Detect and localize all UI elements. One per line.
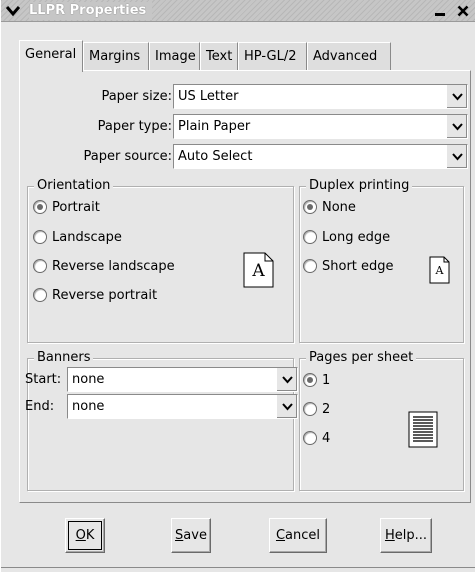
chevron-down-icon[interactable] (4, 2, 22, 19)
radio-unchecked-icon (33, 288, 47, 302)
duplex-preview-letter: A (435, 264, 444, 277)
orientation-portrait-label: Portrait (52, 199, 100, 215)
page-duplex-icon: A (429, 256, 450, 284)
ok-button[interactable]: OK (65, 518, 105, 553)
chevron-down-icon[interactable] (446, 115, 467, 138)
banner-end-label: End: (25, 399, 55, 414)
banner-start-value: none (72, 372, 105, 387)
orientation-portrait-radio[interactable]: Portrait (33, 196, 100, 218)
orientation-reverse-portrait-radio[interactable]: Reverse portrait (33, 284, 157, 306)
chevron-down-icon[interactable] (446, 85, 467, 108)
paper-size-select[interactable]: US Letter (173, 84, 468, 109)
tab-advanced[interactable]: Advanced (307, 42, 391, 72)
tab-text[interactable]: Text (200, 42, 238, 72)
chevron-down-icon[interactable] (276, 368, 297, 391)
orientation-reverse-portrait-label: Reverse portrait (52, 287, 158, 303)
duplex-short-edge-label: Short edge (322, 258, 394, 274)
paper-size-value: US Letter (178, 89, 239, 104)
orientation-reverse-landscape-radio[interactable]: Reverse landscape (33, 255, 175, 277)
pages-per-sheet-title: Pages per sheet (306, 350, 417, 366)
radio-checked-icon (303, 200, 317, 214)
paper-source-value: Auto Select (178, 149, 253, 164)
title-bar[interactable]: LLPR Properties (1, 0, 475, 22)
ok-mnemonic: O (75, 528, 86, 543)
tab-image[interactable]: Image (149, 42, 200, 72)
radio-unchecked-icon (303, 259, 317, 273)
help-label-rest: elp... (394, 528, 428, 543)
save-label-rest: ave (183, 528, 207, 543)
banners-title: Banners (34, 350, 94, 366)
tab-general[interactable]: General (19, 40, 83, 72)
radio-checked-icon (33, 200, 47, 214)
banner-start-label: Start: (25, 372, 62, 387)
duplex-title: Duplex printing (306, 178, 413, 194)
orientation-preview-letter: A (252, 261, 265, 281)
page-portrait-icon: A (243, 252, 274, 288)
banner-end-select[interactable]: none (67, 394, 298, 419)
page-layout-preview-icon (408, 411, 438, 448)
pages-per-sheet-1-radio[interactable]: 1 (303, 369, 330, 391)
properties-window: LLPR Properties General Margins Image Te… (0, 0, 475, 572)
tab-hpgl2[interactable]: HP-GL/2 (238, 42, 307, 72)
ok-label-rest: K (85, 528, 95, 543)
radio-unchecked-icon (33, 259, 47, 273)
paper-type-label: Paper type: (97, 119, 172, 134)
radio-checked-icon (303, 373, 317, 387)
duplex-long-edge-radio[interactable]: Long edge (303, 226, 390, 248)
radio-unchecked-icon (303, 431, 317, 445)
pages-per-sheet-4-radio[interactable]: 4 (303, 427, 330, 449)
chevron-down-icon[interactable] (276, 395, 297, 418)
save-button[interactable]: Save (171, 518, 211, 553)
save-mnemonic: S (175, 528, 184, 543)
paper-size-label: Paper size: (101, 89, 172, 104)
duplex-long-edge-label: Long edge (322, 229, 391, 245)
pages-per-sheet-2-radio[interactable]: 2 (303, 398, 330, 420)
pages-per-sheet-1-label: 1 (322, 372, 331, 388)
duplex-none-label: None (322, 199, 356, 215)
banner-end-value: none (72, 399, 105, 414)
chevron-down-icon[interactable] (446, 145, 467, 168)
help-button[interactable]: Help... (380, 518, 432, 553)
pages-per-sheet-4-label: 4 (322, 430, 331, 446)
orientation-landscape-radio[interactable]: Landscape (33, 226, 122, 248)
paper-source-select[interactable]: Auto Select (173, 144, 468, 169)
banner-start-select[interactable]: none (67, 367, 298, 392)
orientation-reverse-landscape-label: Reverse landscape (52, 258, 175, 274)
cancel-button[interactable]: Cancel (269, 518, 327, 553)
orientation-landscape-label: Landscape (52, 229, 122, 245)
window-title: LLPR Properties (29, 2, 153, 20)
help-mnemonic: H (384, 528, 395, 543)
cancel-label-rest: ancel (285, 528, 321, 543)
close-icon[interactable] (454, 3, 472, 19)
paper-type-select[interactable]: Plain Paper (173, 114, 468, 139)
paper-source-label: Paper source: (83, 149, 173, 164)
tab-margins[interactable]: Margins (83, 42, 149, 72)
window-bottom-edge (1, 567, 475, 572)
radio-unchecked-icon (33, 230, 47, 244)
paper-type-value: Plain Paper (178, 119, 251, 134)
orientation-title: Orientation (34, 178, 114, 194)
radio-unchecked-icon (303, 402, 317, 416)
pages-per-sheet-2-label: 2 (322, 401, 331, 417)
tab-bar: General Margins Image Text HP-GL/2 Advan… (19, 40, 391, 72)
minimize-icon[interactable] (431, 3, 448, 19)
cancel-mnemonic: C (275, 528, 286, 543)
radio-unchecked-icon (303, 230, 317, 244)
duplex-none-radio[interactable]: None (303, 196, 356, 218)
duplex-short-edge-radio[interactable]: Short edge (303, 255, 394, 277)
